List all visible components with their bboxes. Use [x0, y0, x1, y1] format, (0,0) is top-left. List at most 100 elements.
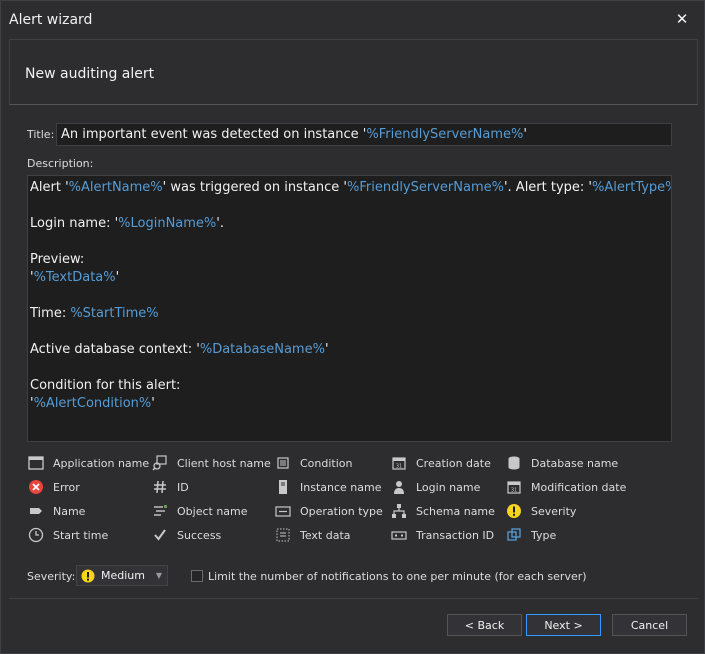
condition-icon [274, 455, 292, 471]
page-title: New auditing alert [25, 66, 155, 82]
operation-icon [274, 503, 292, 519]
tag-label: Text data [300, 528, 351, 542]
description-text: ' [115, 270, 120, 285]
variable-tag-list: Application name Client host name Conditio… [27, 453, 687, 549]
type-icon [505, 527, 523, 543]
clock-icon [27, 527, 45, 543]
title-variable: %FriendlyServerName% [366, 127, 524, 142]
schema-icon [390, 503, 408, 519]
description-textarea[interactable]: Alert '%AlertName%' was triggered on ins… [27, 175, 672, 442]
description-variable: %AlertType% [592, 180, 672, 195]
description-line [30, 287, 669, 305]
description-line: '%TextData%' [30, 269, 669, 287]
error-icon [27, 479, 45, 495]
footer-divider [9, 598, 698, 599]
description-line: Condition for this alert: [30, 377, 669, 395]
checkmark-icon [151, 527, 169, 543]
description-line [30, 359, 669, 377]
description-line: Alert '%AlertName%' was triggered on ins… [30, 179, 672, 197]
title-text-prefix: An important event was detected on insta… [61, 127, 367, 142]
tag-transaction-id[interactable]: Transaction ID [390, 525, 494, 545]
warning-icon [81, 569, 95, 582]
user-icon [390, 479, 408, 495]
description-line: Login name: '%LoginName%'. [30, 215, 669, 233]
tag-label: Condition [300, 456, 353, 470]
tag-client-host-name[interactable]: Client host name [151, 453, 271, 473]
tag-creation-date[interactable]: 31 Creation date [390, 453, 491, 473]
hash-icon [151, 479, 169, 495]
tag-label: Name [53, 504, 86, 518]
text-data-icon [274, 527, 292, 543]
tag-label: Error [53, 480, 80, 494]
tag-object-name[interactable]: Object name [151, 501, 248, 521]
tag-label: Object name [177, 504, 248, 518]
description-variable: %StartTime% [70, 306, 159, 321]
description-line: Time: %StartTime% [30, 305, 669, 323]
description-text: Login name: ' [30, 216, 119, 231]
object-icon [151, 503, 169, 519]
description-text: Preview: [30, 252, 85, 267]
title-input[interactable]: An important event was detected on insta… [56, 123, 672, 146]
limit-notifications-checkbox[interactable] [191, 570, 203, 582]
severity-label: Severity: [27, 570, 76, 583]
limit-notifications-label[interactable]: Limit the number of notifications to one… [208, 570, 587, 583]
description-variable: %FriendlyServerName% [346, 180, 504, 195]
tag-text-data[interactable]: Text data [274, 525, 351, 545]
close-icon[interactable]: ✕ [674, 10, 690, 28]
back-button[interactable]: < Back [447, 614, 522, 636]
tag-condition[interactable]: Condition [274, 453, 353, 473]
title-text-suffix: ' [523, 127, 527, 142]
tag-label: Operation type [300, 504, 383, 518]
description-text: Alert ' [30, 180, 69, 195]
tag-operation-type[interactable]: Operation type [274, 501, 383, 521]
description-line [30, 233, 669, 251]
tag-label: Instance name [300, 480, 382, 494]
tag-start-time[interactable]: Start time [27, 525, 108, 545]
description-text: Time: [30, 306, 71, 321]
tag-label: Transaction ID [416, 528, 495, 542]
wizard-header: New auditing alert [9, 39, 698, 105]
tag-login-name[interactable]: Login name [390, 477, 480, 497]
cancel-button[interactable]: Cancel [612, 614, 687, 636]
tag-label: Success [177, 528, 222, 542]
svg-text:31: 31 [396, 464, 402, 470]
tag-label: Type [531, 528, 557, 542]
severity-dropdown[interactable]: Medium ▼ [76, 565, 168, 586]
title-bar: Alert wizard ✕ [1, 1, 704, 39]
description-variable: %LoginName% [118, 216, 217, 231]
description-text: ' [151, 396, 155, 411]
tag-label: Start time [53, 528, 109, 542]
description-variable: %DatabaseName% [199, 342, 325, 357]
tag-label: Database name [531, 456, 619, 470]
warning-icon [505, 503, 523, 519]
next-button[interactable]: Next > [526, 614, 601, 636]
chevron-down-icon: ▼ [155, 571, 162, 580]
tag-schema-name[interactable]: Schema name [390, 501, 495, 521]
tag-error[interactable]: Error [27, 477, 80, 497]
database-icon [505, 455, 523, 471]
tag-database-name[interactable]: Database name [505, 453, 618, 473]
description-text: '. Alert type: ' [503, 180, 593, 195]
description-line: Preview: [30, 251, 669, 269]
tag-modification-date[interactable]: 31 Modification date [505, 477, 626, 497]
tag-severity[interactable]: Severity [505, 501, 576, 521]
description-text: ' [324, 342, 329, 357]
svg-text:31: 31 [511, 488, 517, 494]
alert-wizard-window: Alert wizard ✕ New auditing alert Title:… [0, 0, 705, 654]
tag-name[interactable]: Name [27, 501, 85, 521]
tag-id[interactable]: ID [151, 477, 189, 497]
title-label: Title: [27, 128, 55, 141]
window-icon [27, 455, 45, 471]
window-title: Alert wizard [9, 12, 93, 28]
tag-success[interactable]: Success [151, 525, 221, 545]
description-line [30, 197, 669, 215]
description-text: '. [216, 216, 225, 231]
tag-instance-name[interactable]: Instance name [274, 477, 381, 497]
tag-label: Schema name [416, 504, 495, 518]
description-variable: %AlertName% [68, 180, 163, 195]
calendar-icon: 31 [390, 455, 408, 471]
tag-type[interactable]: Type [505, 525, 556, 545]
tag-label: Login name [416, 480, 481, 494]
description-line [30, 323, 669, 341]
tag-application-name[interactable]: Application name [27, 453, 149, 473]
